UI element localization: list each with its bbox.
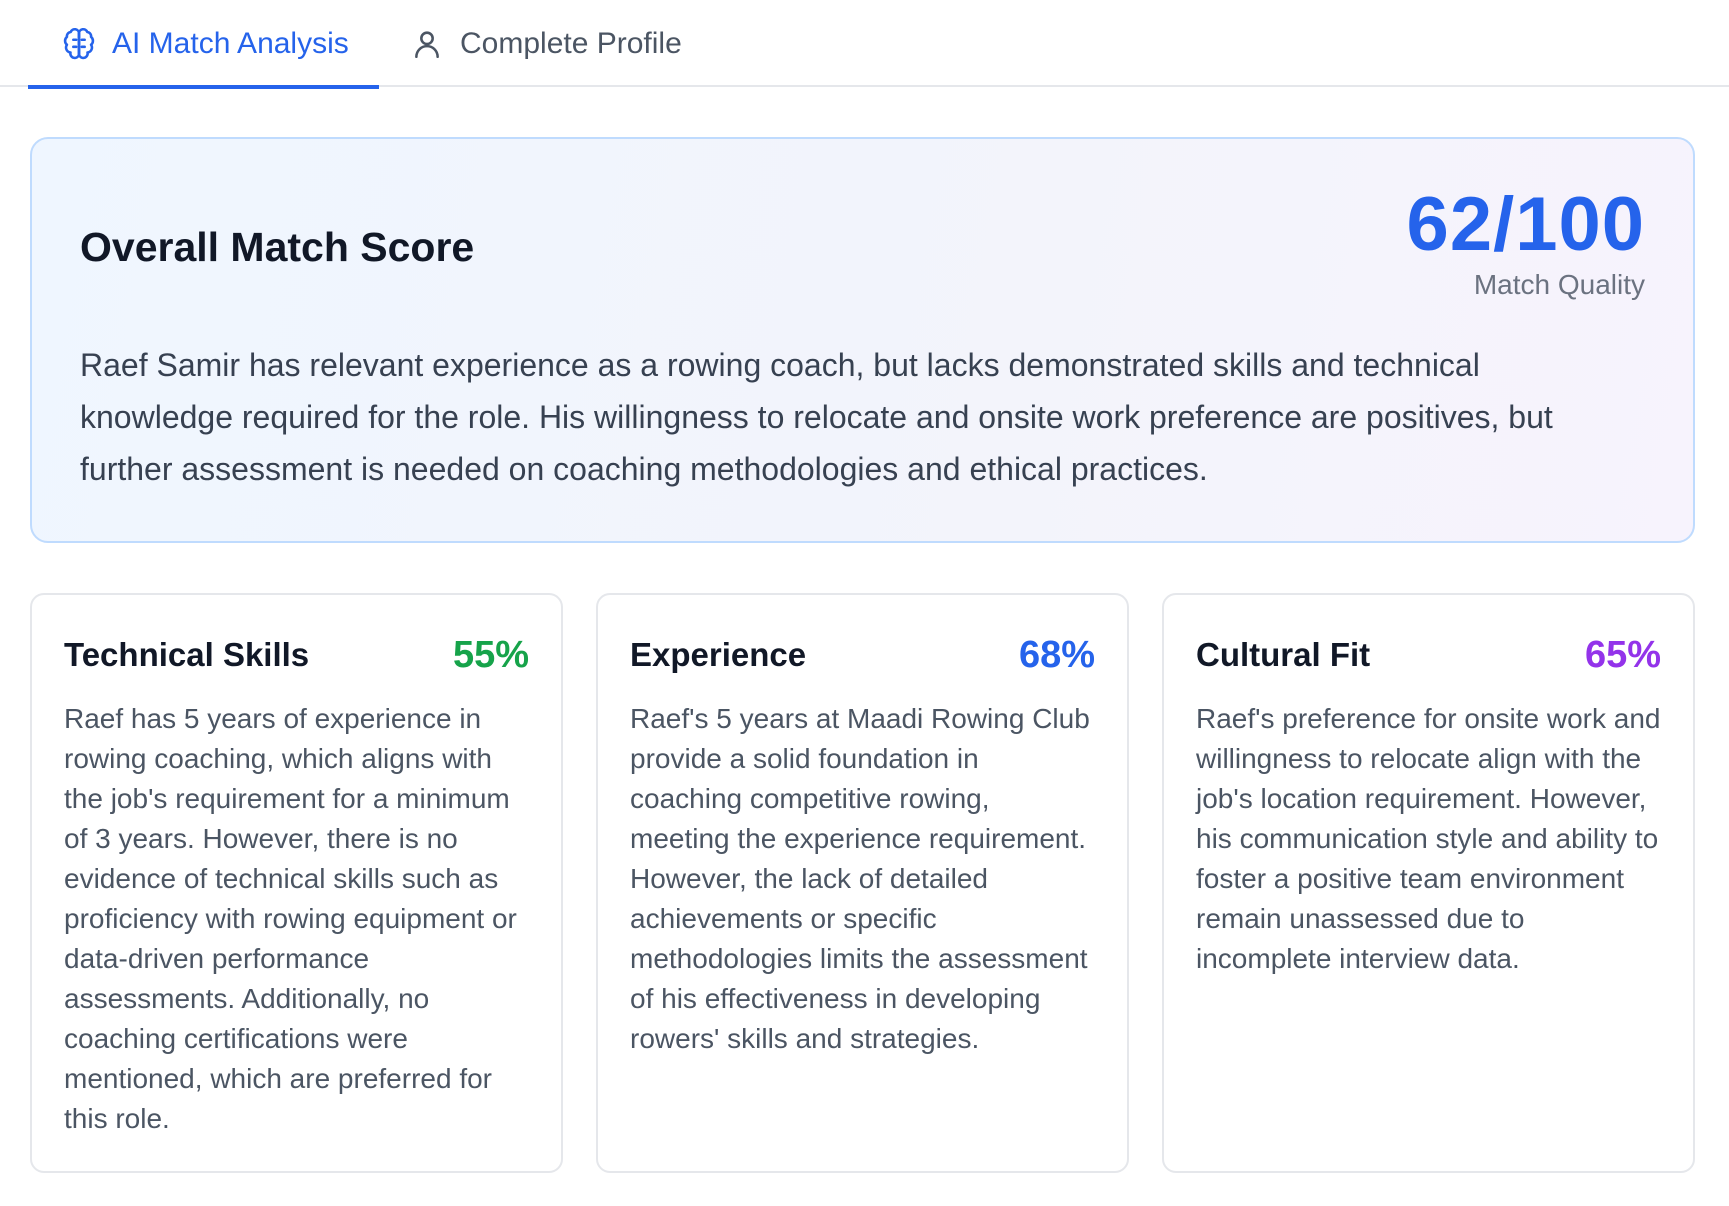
experience-card: Experience 68% Raef's 5 years at Maadi R… (596, 593, 1129, 1173)
match-score: 62/100 (1406, 182, 1645, 267)
card-description: Raef's 5 years at Maadi Rowing Club prov… (630, 703, 1090, 1054)
active-tab-indicator (28, 85, 379, 89)
card-percent: 65% (1584, 633, 1661, 676)
tab-bar: AI Match Analysis Complete Profile (0, 0, 1729, 89)
user-icon (410, 27, 444, 61)
cultural-fit-card: Cultural Fit 65% Raef's preference for o… (1162, 593, 1695, 1173)
tab-label: AI Match Analysis (112, 26, 349, 60)
tab-complete-profile[interactable]: Complete Profile (410, 0, 682, 87)
card-title: Technical Skills (64, 636, 310, 673)
card-description: Raef's preference for onsite work and wi… (1196, 703, 1661, 974)
match-quality-label: Match Quality (1473, 269, 1645, 300)
technical-skills-card: Technical Skills 55% Raef has 5 years of… (30, 593, 563, 1173)
tab-ai-match-analysis[interactable]: AI Match Analysis (28, 0, 379, 89)
tab-label: Complete Profile (460, 26, 682, 60)
card-percent: 55% (452, 633, 529, 676)
overall-title: Overall Match Score (80, 224, 475, 270)
brain-icon (62, 27, 96, 61)
card-percent: 68% (1018, 633, 1095, 676)
match-summary: Raef Samir has relevant experience as a … (80, 347, 1553, 487)
card-title: Cultural Fit (1196, 636, 1371, 673)
card-description: Raef has 5 years of experience in rowing… (64, 703, 517, 1134)
overall-match-card: Overall Match Score 62/100 Match Quality… (30, 137, 1695, 543)
card-title: Experience (630, 636, 807, 673)
